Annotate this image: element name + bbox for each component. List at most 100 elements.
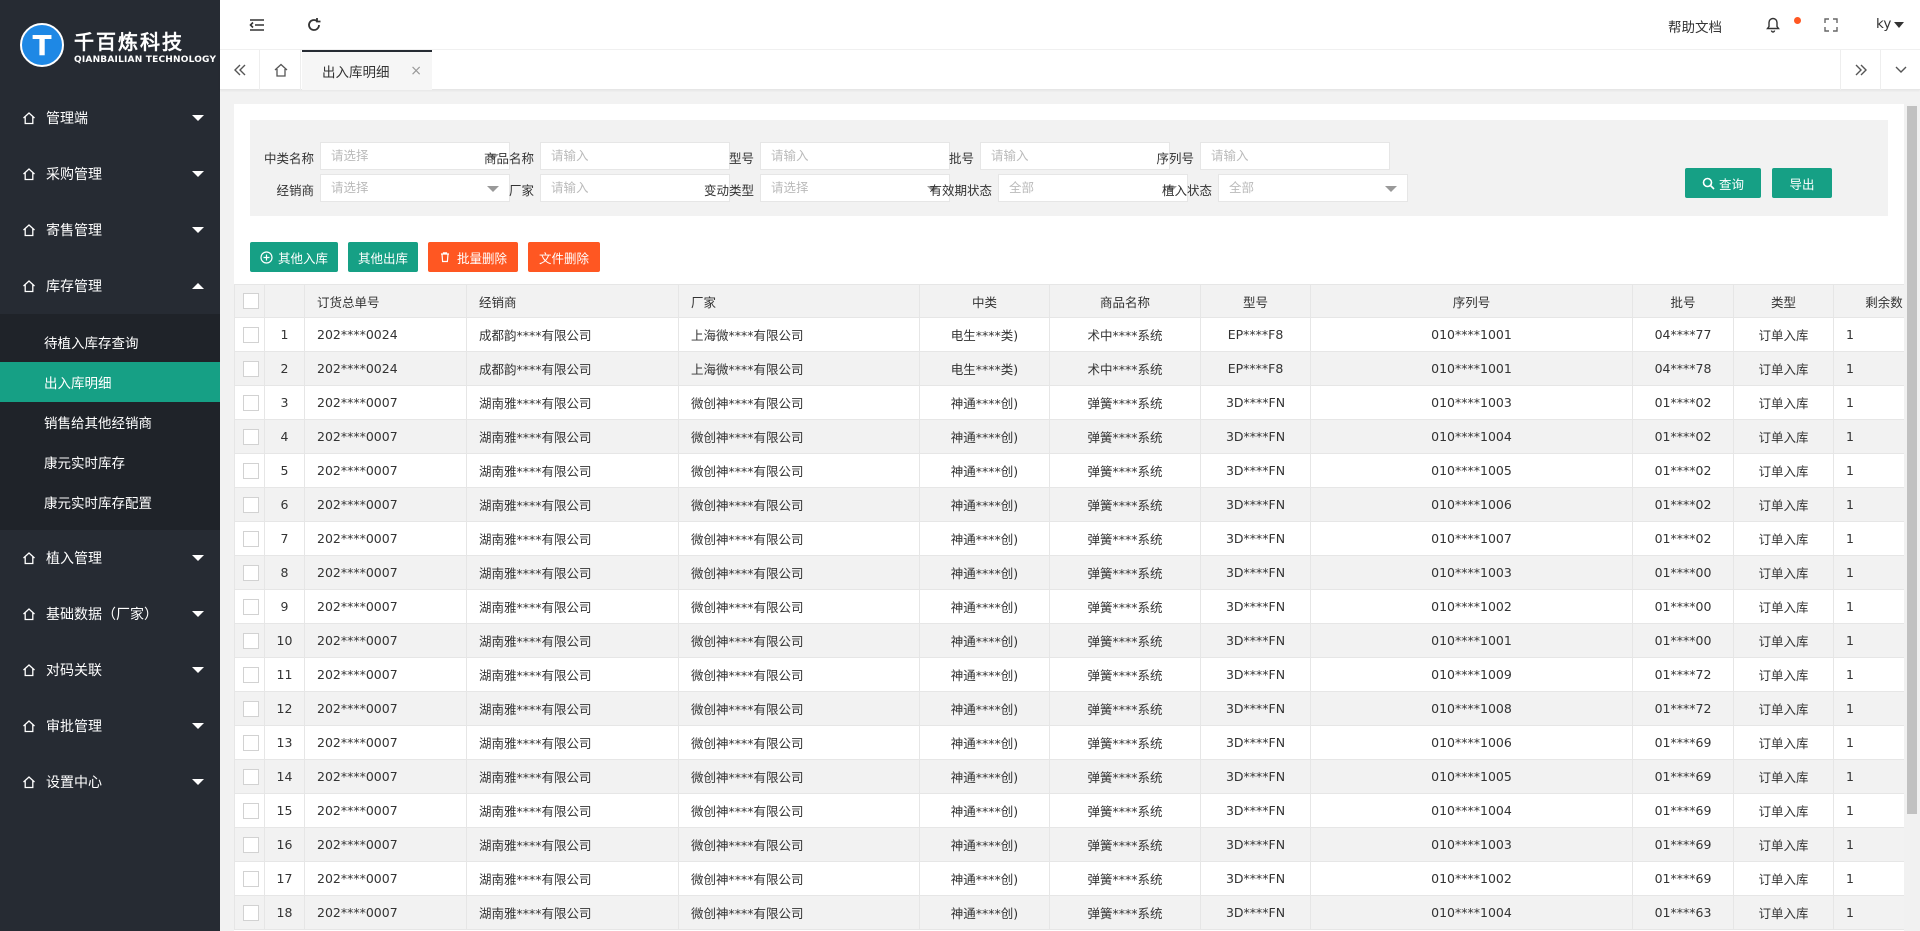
table-row[interactable]: 4 202****0007 湖南雅****有限公司 微创神****有限公司 神通****…: [234, 419, 1904, 454]
table-cell: 04****78: [1632, 351, 1734, 386]
sidebar-subitem-0[interactable]: 待植入库存查询: [0, 322, 220, 362]
table-cell: 神通****创): [919, 453, 1050, 488]
row-checkbox[interactable]: [243, 836, 259, 853]
table-cell: 3D****FN: [1200, 521, 1311, 556]
tabs-scroll-left-button[interactable]: [220, 50, 260, 90]
other-outbound-button[interactable]: 其他出库: [348, 242, 418, 272]
query-button[interactable]: 查询: [1685, 168, 1761, 198]
row-checkbox-cell[interactable]: [234, 793, 265, 828]
row-checkbox-cell[interactable]: [234, 759, 265, 794]
row-checkbox[interactable]: [243, 326, 259, 343]
sidebar-subitem-4[interactable]: 康元实时库存配置: [0, 482, 220, 522]
table-row[interactable]: 10 202****0007 湖南雅****有限公司 微创神****有限公司 神通***…: [234, 623, 1904, 658]
row-checkbox-cell[interactable]: [234, 657, 265, 692]
row-checkbox[interactable]: [243, 496, 259, 513]
table-row[interactable]: 18 202****0007 湖南雅****有限公司 微创神****有限公司 神通***…: [234, 895, 1904, 930]
row-checkbox[interactable]: [243, 870, 259, 887]
table-row[interactable]: 3 202****0007 湖南雅****有限公司 微创神****有限公司 神通****…: [234, 385, 1904, 420]
bell-icon[interactable]: [1764, 16, 1782, 34]
export-button[interactable]: 导出: [1772, 168, 1832, 198]
select-all-checkbox[interactable]: [243, 293, 259, 310]
row-checkbox-cell[interactable]: [234, 385, 265, 420]
sidebar-subitem-1[interactable]: 出入库明细: [0, 362, 220, 402]
fullscreen-icon[interactable]: [1822, 16, 1840, 34]
table-row[interactable]: 7 202****0007 湖南雅****有限公司 微创神****有限公司 神通****…: [234, 521, 1904, 556]
table-row[interactable]: 11 202****0007 湖南雅****有限公司 微创神****有限公司 神通***…: [234, 657, 1904, 692]
table-row[interactable]: 8 202****0007 湖南雅****有限公司 微创神****有限公司 神通****…: [234, 555, 1904, 590]
sidebar-item-0[interactable]: 管理端: [0, 90, 220, 146]
row-checkbox[interactable]: [243, 768, 259, 785]
row-checkbox[interactable]: [243, 700, 259, 717]
row-checkbox-cell[interactable]: [234, 317, 265, 352]
tab-close-icon[interactable]: ×: [410, 63, 422, 79]
row-checkbox-cell[interactable]: [234, 487, 265, 522]
batch-delete-button[interactable]: 批量删除: [428, 242, 518, 272]
file-delete-button[interactable]: 文件删除: [528, 242, 600, 272]
row-checkbox[interactable]: [243, 564, 259, 581]
row-checkbox[interactable]: [243, 462, 259, 479]
table-row[interactable]: 5 202****0007 湖南雅****有限公司 微创神****有限公司 神通****…: [234, 453, 1904, 488]
row-checkbox-cell[interactable]: [234, 827, 265, 862]
row-checkbox-cell[interactable]: [234, 861, 265, 896]
row-checkbox[interactable]: [243, 802, 259, 819]
sidebar-subitem-3[interactable]: 康元实时库存: [0, 442, 220, 482]
column-header: 剩余数: [1833, 284, 1904, 318]
table-row[interactable]: 13 202****0007 湖南雅****有限公司 微创神****有限公司 神通***…: [234, 725, 1904, 760]
sidebar-item-1[interactable]: 采购管理: [0, 146, 220, 202]
logo-mark: T: [20, 23, 64, 67]
row-checkbox-cell[interactable]: [234, 725, 265, 760]
row-checkbox-cell[interactable]: [234, 419, 265, 454]
sidebar-item-6[interactable]: 对码关联: [0, 642, 220, 698]
refresh-icon[interactable]: [305, 16, 323, 34]
table-row[interactable]: 16 202****0007 湖南雅****有限公司 微创神****有限公司 神通***…: [234, 827, 1904, 862]
row-checkbox-cell[interactable]: [234, 691, 265, 726]
table-row[interactable]: 6 202****0007 湖南雅****有限公司 微创神****有限公司 神通****…: [234, 487, 1904, 522]
row-checkbox-cell[interactable]: [234, 453, 265, 488]
row-checkbox-cell[interactable]: [234, 555, 265, 590]
help-docs-link[interactable]: 帮助文档: [1668, 16, 1722, 36]
row-checkbox[interactable]: [243, 734, 259, 751]
table-row[interactable]: 9 202****0007 湖南雅****有限公司 微创神****有限公司 神通****…: [234, 589, 1904, 624]
sidebar-item-5[interactable]: 基础数据（厂家）: [0, 586, 220, 642]
page-scrollbar[interactable]: [1904, 104, 1920, 931]
scrollbar-thumb[interactable]: [1907, 106, 1917, 814]
table-row[interactable]: 12 202****0007 湖南雅****有限公司 微创神****有限公司 神通***…: [234, 691, 1904, 726]
table-row[interactable]: 2 202****0024 成都韵****有限公司 上海微****有限公司 电生****…: [234, 351, 1904, 386]
table-cell: 订单入库: [1733, 589, 1834, 624]
select-all-checkbox-cell[interactable]: [234, 284, 265, 318]
row-checkbox-cell[interactable]: [234, 895, 265, 930]
tab-inout-detail[interactable]: 出入库明细 ×: [302, 50, 432, 90]
row-checkbox[interactable]: [243, 904, 259, 921]
user-menu[interactable]: ky: [1876, 16, 1891, 32]
tab-home[interactable]: [261, 50, 301, 90]
row-checkbox[interactable]: [243, 598, 259, 615]
row-checkbox[interactable]: [243, 360, 259, 377]
sidebar-item-3[interactable]: 库存管理: [0, 258, 220, 314]
table-row[interactable]: 1 202****0024 成都韵****有限公司 上海微****有限公司 电生****…: [234, 317, 1904, 352]
row-checkbox[interactable]: [243, 394, 259, 411]
sidebar-item-4[interactable]: 植入管理: [0, 530, 220, 586]
row-checkbox[interactable]: [243, 530, 259, 547]
row-checkbox-cell[interactable]: [234, 351, 265, 386]
tabs-scroll-right-button[interactable]: [1840, 50, 1880, 90]
filter-input[interactable]: 请输入: [1200, 142, 1390, 170]
table-row[interactable]: 14 202****0007 湖南雅****有限公司 微创神****有限公司 神通***…: [234, 759, 1904, 794]
table-cell: 010****1006: [1310, 725, 1633, 760]
table-row[interactable]: 17 202****0007 湖南雅****有限公司 微创神****有限公司 神通***…: [234, 861, 1904, 896]
row-checkbox[interactable]: [243, 666, 259, 683]
sidebar-item-7[interactable]: 审批管理: [0, 698, 220, 754]
row-checkbox-cell[interactable]: [234, 623, 265, 658]
sidebar-subitem-2[interactable]: 销售给其他经销商: [0, 402, 220, 442]
sidebar-item-8[interactable]: 设置中心: [0, 754, 220, 810]
caret-down-icon: [192, 227, 204, 233]
sidebar-item-2[interactable]: 寄售管理: [0, 202, 220, 258]
row-checkbox[interactable]: [243, 428, 259, 445]
other-inbound-button[interactable]: 其他入库: [250, 242, 338, 272]
row-checkbox[interactable]: [243, 632, 259, 649]
filter-select[interactable]: 全部: [1218, 174, 1408, 202]
row-checkbox-cell[interactable]: [234, 521, 265, 556]
row-checkbox-cell[interactable]: [234, 589, 265, 624]
menu-collapse-icon[interactable]: [248, 16, 266, 34]
tabs-menu-button[interactable]: [1880, 50, 1920, 90]
table-row[interactable]: 15 202****0007 湖南雅****有限公司 微创神****有限公司 神通***…: [234, 793, 1904, 828]
